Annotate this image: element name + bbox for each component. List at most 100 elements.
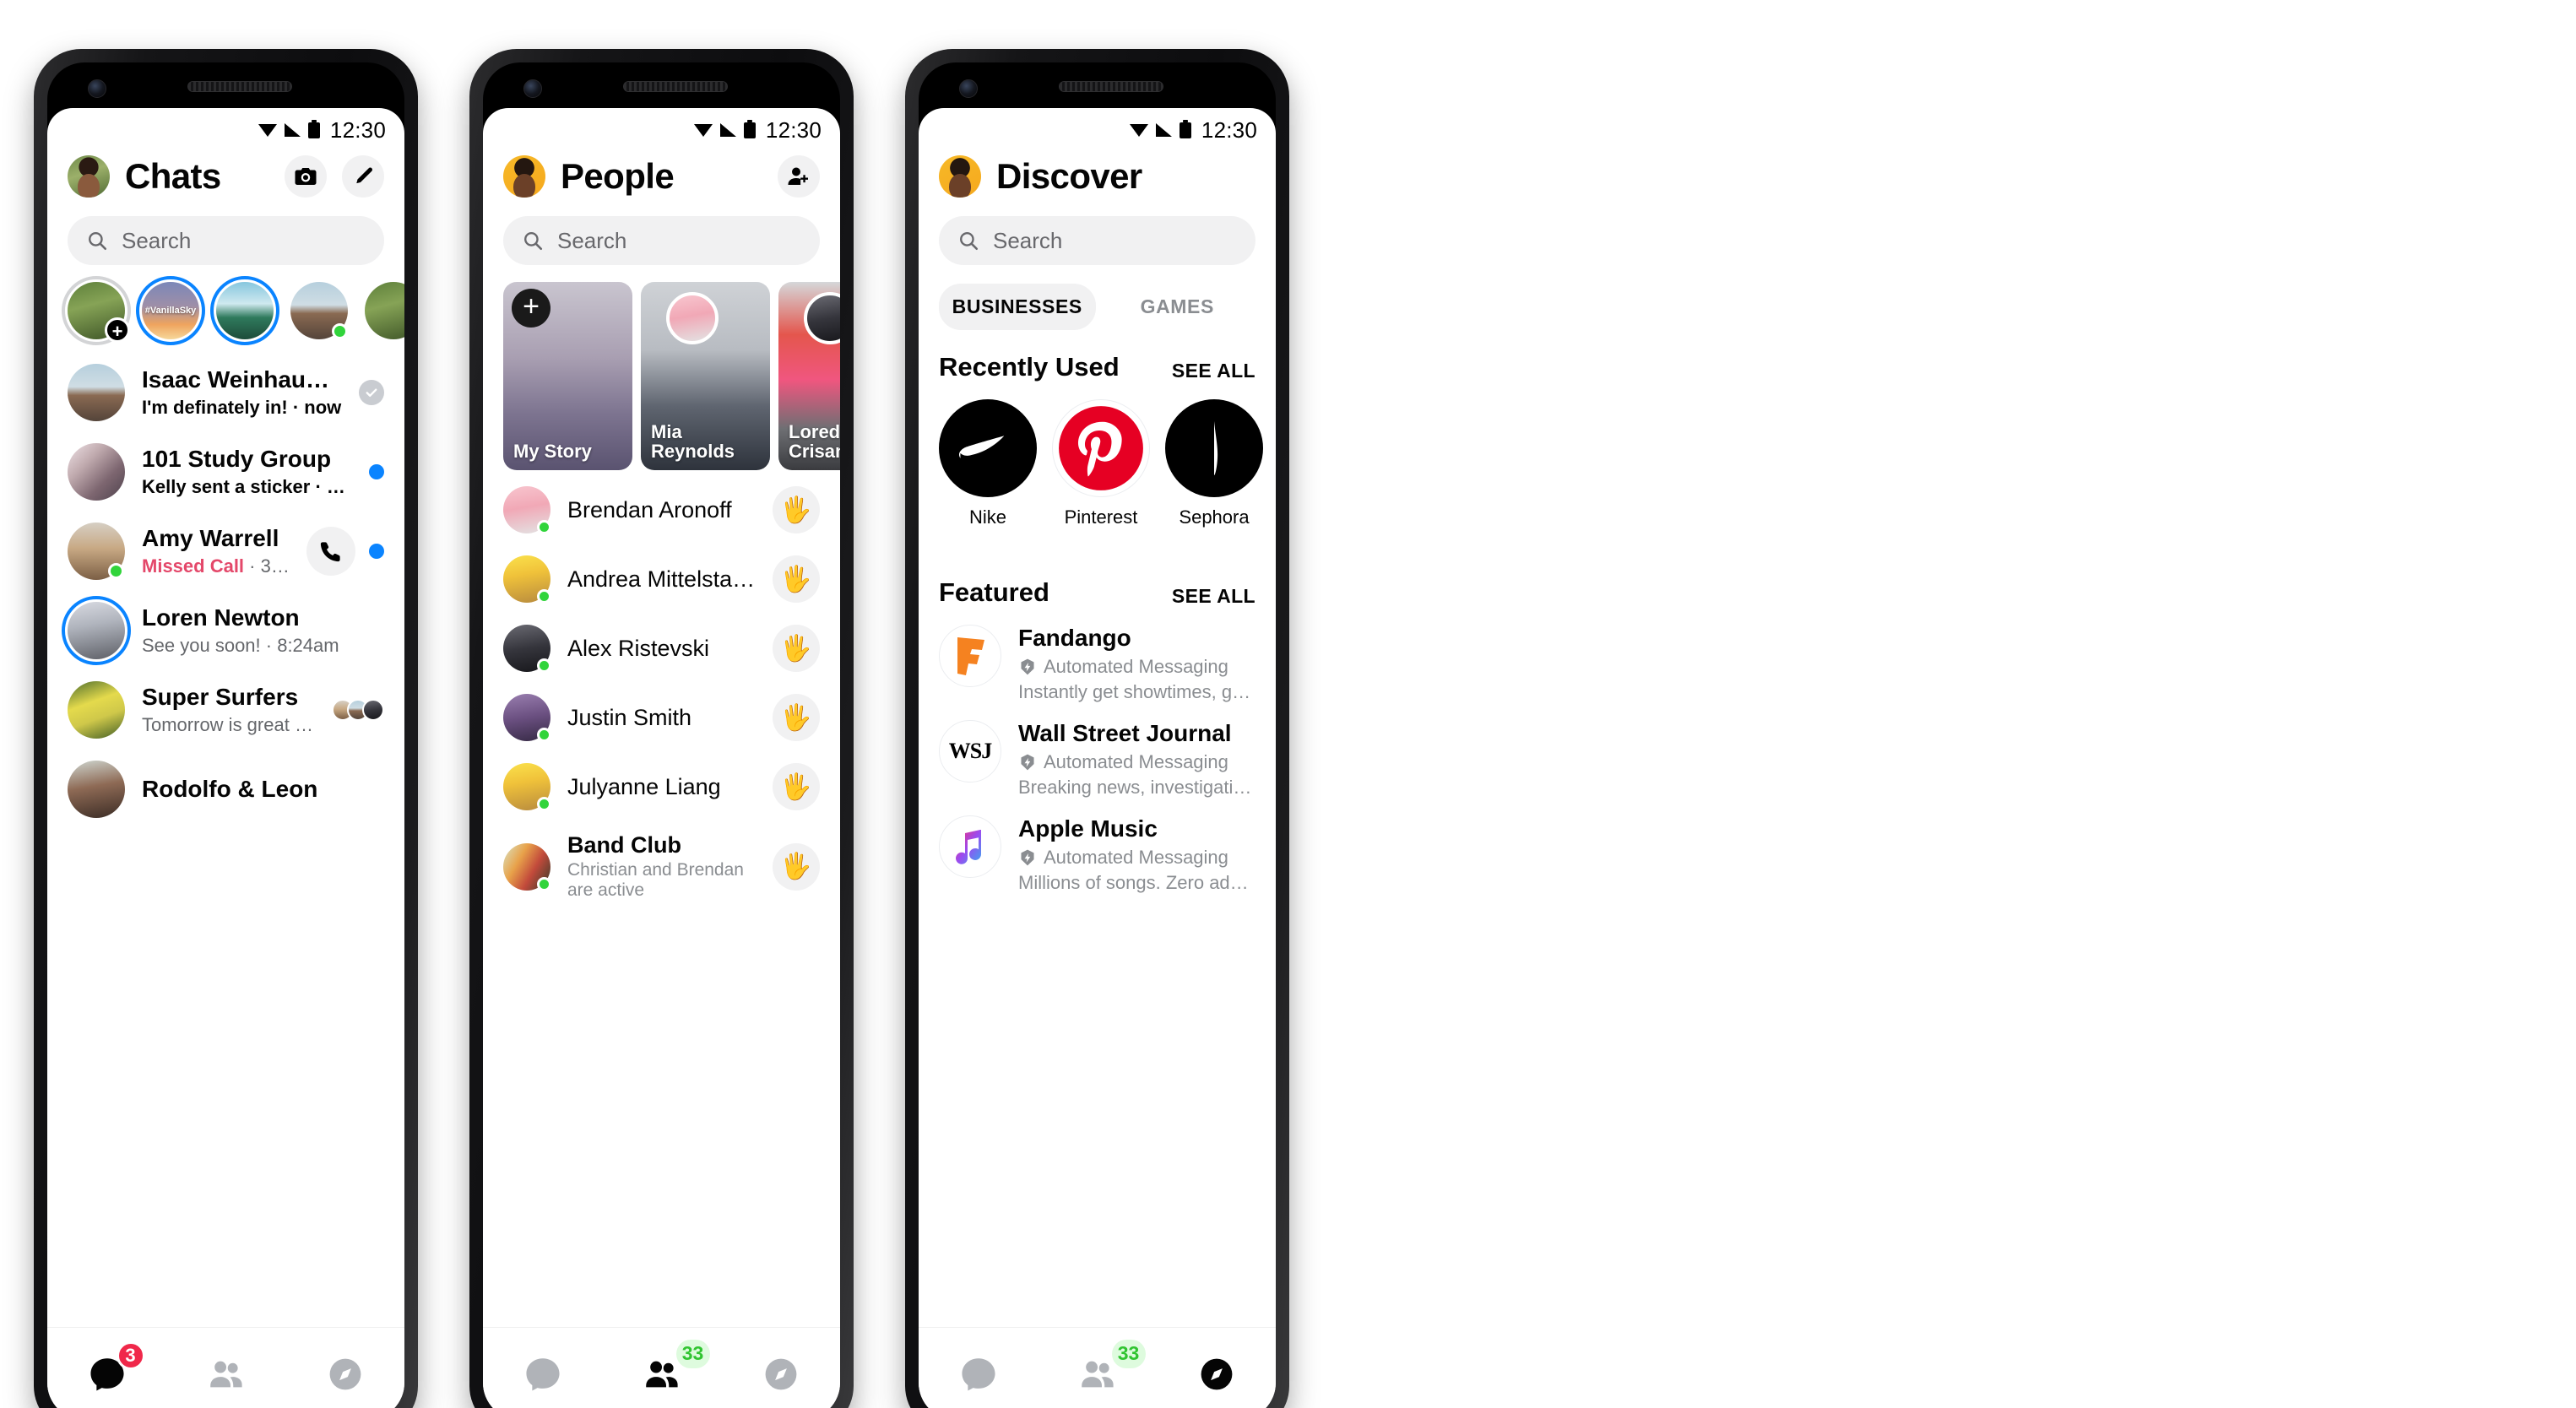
table-row[interactable]: Isaac Weinhausen I'm definately in! · no… bbox=[47, 353, 404, 432]
wave-button[interactable]: 🖐 bbox=[773, 763, 820, 810]
compass-icon bbox=[765, 1358, 796, 1389]
table-row[interactable]: Super Surfers Tomorrow is great · Mon bbox=[47, 670, 404, 750]
list-item[interactable]: Andrea Mittelstaedt 🖐 bbox=[483, 544, 840, 614]
status-bar: 12:30 bbox=[919, 108, 1276, 147]
sidebar-item-chats[interactable]: 3 bbox=[78, 1340, 145, 1404]
story-label: My Story bbox=[513, 441, 592, 463]
story-card[interactable]: Mia Reynolds bbox=[641, 282, 770, 470]
tab-games[interactable]: GAMES bbox=[1099, 284, 1256, 330]
list-item[interactable]: Justin Smith 🖐 bbox=[483, 683, 840, 752]
list-item[interactable]: Nike bbox=[939, 399, 1037, 549]
search-placeholder: Search bbox=[122, 227, 192, 253]
sidebar-item-people[interactable] bbox=[197, 1345, 256, 1404]
avatar bbox=[503, 555, 551, 604]
phone-device-chats: 12:30 Chats Search + #VanillaSky Isaac W… bbox=[34, 49, 418, 1408]
chat-name: Amy Warrell bbox=[142, 525, 279, 551]
wave-button[interactable]: 🖐 bbox=[773, 555, 820, 603]
wave-button[interactable]: 🖐 bbox=[773, 694, 820, 741]
list-item[interactable]: Band Club Christian and Brendan are acti… bbox=[483, 821, 840, 912]
search-icon bbox=[960, 232, 979, 251]
avatar[interactable] bbox=[939, 155, 981, 198]
battery-icon bbox=[1179, 119, 1191, 138]
business-description: Millions of songs. Zero ads. No commitme… bbox=[1018, 872, 1255, 894]
chat-name: Super Surfers bbox=[142, 684, 299, 710]
list-item[interactable]: Fandango Automated Messaging Instantly g… bbox=[919, 608, 1276, 703]
phone-device-people: 12:30 People Search + My Story Mia Reyno… bbox=[469, 49, 854, 1408]
story-thumbnail bbox=[216, 282, 274, 339]
recently-used-tiles[interactable]: Nike Pinterest Sephora bbox=[919, 382, 1276, 549]
sidebar-item-discover[interactable] bbox=[1187, 1345, 1246, 1404]
compose-button[interactable] bbox=[342, 155, 384, 198]
story-vanillasky[interactable]: #VanillaSky bbox=[136, 276, 205, 345]
story-card[interactable]: Loredana Crisan bbox=[778, 282, 840, 470]
add-story-icon[interactable]: + bbox=[105, 317, 130, 343]
online-indicator bbox=[332, 323, 348, 339]
earpiece-speaker bbox=[1059, 81, 1163, 92]
status-time: 12:30 bbox=[765, 116, 822, 143]
seen-check-icon bbox=[359, 380, 384, 405]
search-input[interactable]: Search bbox=[503, 216, 820, 265]
bottom-navigation: 33 bbox=[483, 1327, 840, 1408]
active-friend-1[interactable] bbox=[290, 282, 348, 339]
story-my-story[interactable]: + bbox=[62, 276, 131, 345]
avatar[interactable] bbox=[503, 155, 545, 198]
wave-button[interactable]: 🖐 bbox=[773, 625, 820, 672]
search-input[interactable]: Search bbox=[939, 216, 1255, 265]
missed-call-label: Missed Call bbox=[142, 555, 245, 577]
list-item[interactable]: Alex Ristevski 🖐 bbox=[483, 614, 840, 683]
call-button[interactable] bbox=[306, 527, 355, 576]
table-row[interactable]: Amy Warrell Missed Call · 37m bbox=[47, 512, 404, 591]
avatar bbox=[503, 694, 551, 742]
battery-icon bbox=[743, 119, 756, 138]
automated-badge: Automated Messaging bbox=[1018, 656, 1255, 678]
list-item[interactable]: WSJ Wall Street Journal Automated Messag… bbox=[919, 703, 1276, 799]
wave-button[interactable]: 🖐 bbox=[773, 842, 820, 891]
see-all-link[interactable]: SEE ALL bbox=[1172, 360, 1255, 382]
list-item[interactable]: Apple Music Automated Messaging Millions… bbox=[919, 799, 1276, 894]
sidebar-item-people[interactable]: 33 bbox=[632, 1339, 710, 1404]
wave-hand-icon: 🖐 bbox=[780, 853, 812, 880]
chat-preview: Tomorrow is great · Mon bbox=[142, 714, 315, 735]
compass-icon bbox=[1201, 1358, 1232, 1389]
earpiece-speaker bbox=[187, 81, 292, 92]
badge-label: Automated Messaging bbox=[1044, 751, 1228, 773]
sidebar-item-discover[interactable] bbox=[751, 1345, 811, 1404]
camera-button[interactable] bbox=[285, 155, 327, 198]
table-row[interactable]: Rodolfo & Leon bbox=[47, 750, 404, 829]
people-list: Brendan Aronoff 🖐 Andrea Mittelstaedt 🖐 … bbox=[483, 470, 840, 912]
chat-timestamp: · 37m bbox=[249, 555, 290, 577]
table-row[interactable]: Loren Newton See you soon! · 8:24am bbox=[47, 591, 404, 670]
avatar bbox=[68, 523, 125, 580]
list-item[interactable]: Brendan Aronoff 🖐 bbox=[483, 475, 840, 544]
avatar bbox=[503, 763, 551, 811]
table-row[interactable]: 101 Study Group Kelly sent a sticker · 9… bbox=[47, 432, 404, 512]
sidebar-item-chats[interactable] bbox=[513, 1345, 572, 1404]
avatar[interactable] bbox=[68, 155, 110, 198]
bolt-badge-icon bbox=[1021, 754, 1034, 771]
list-item[interactable]: Sephora bbox=[1165, 399, 1263, 549]
story-card-my-story[interactable]: + My Story bbox=[503, 282, 632, 470]
online-indicator bbox=[537, 728, 551, 742]
wave-button[interactable]: 🖐 bbox=[773, 486, 820, 533]
active-now-row[interactable]: + #VanillaSky bbox=[47, 265, 404, 346]
tab-businesses[interactable]: BUSINESSES bbox=[939, 284, 1096, 330]
sidebar-item-chats[interactable] bbox=[949, 1345, 1008, 1404]
status-bar: 12:30 bbox=[47, 108, 404, 147]
sidebar-item-people[interactable]: 33 bbox=[1068, 1339, 1146, 1404]
compass-icon bbox=[329, 1358, 361, 1389]
story-island[interactable] bbox=[210, 276, 279, 345]
search-input[interactable]: Search bbox=[68, 216, 384, 265]
active-friend-2[interactable] bbox=[365, 282, 404, 339]
signal-icon bbox=[1155, 123, 1172, 137]
list-item[interactable]: Pinterest bbox=[1052, 399, 1150, 549]
tile-label: Pinterest bbox=[1064, 506, 1138, 528]
add-story-icon[interactable]: + bbox=[512, 289, 550, 328]
wifi-icon bbox=[1129, 123, 1148, 137]
sidebar-item-discover[interactable] bbox=[316, 1345, 375, 1404]
see-all-link[interactable]: SEE ALL bbox=[1172, 585, 1255, 608]
unread-indicator bbox=[369, 544, 384, 559]
wave-hand-icon: 🖐 bbox=[780, 772, 812, 801]
add-person-button[interactable] bbox=[778, 155, 820, 198]
list-item[interactable]: Julyanne Liang 🖐 bbox=[483, 752, 840, 821]
stories-carousel[interactable]: + My Story Mia Reynolds Loredana Crisan … bbox=[483, 265, 840, 470]
